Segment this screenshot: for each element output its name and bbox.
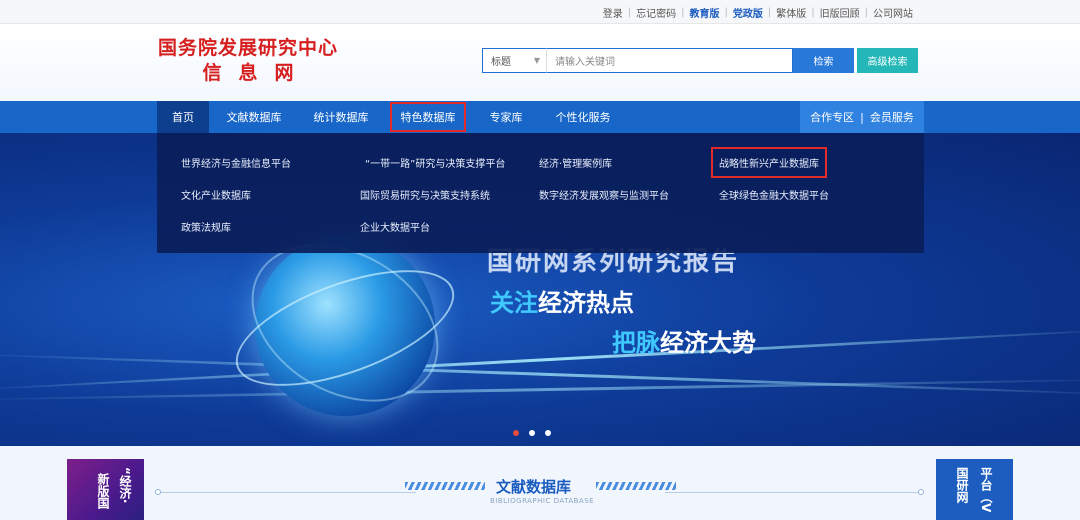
dropdown-item-enterprise-data[interactable]: 企业大数据平台 <box>360 219 430 234</box>
section-decoration <box>596 482 676 490</box>
dropdown-item-case-library[interactable]: 经济·管理案例库 <box>539 155 612 170</box>
dropdown-item-culture-industry[interactable]: 文化产业数据库 <box>181 187 251 202</box>
section-subtitle: BIBLIOGRAPHIC DATABASE <box>490 497 595 505</box>
carousel-dot-active[interactable] <box>513 430 519 436</box>
top-utility-bar: 登录 | 忘记密码 | 教育版 | 党政版 | 繁体版 | 旧版回顾 | 公司网… <box>0 0 1080 24</box>
chevron-down-icon: ▼ <box>533 56 540 65</box>
banner-highlight: 把脉 <box>612 329 660 357</box>
section-title: 文献数据库 <box>496 478 572 496</box>
banner-line-2: 把脉经济大势 <box>612 323 756 358</box>
traditional-chinese-link[interactable]: 繁体版 <box>771 5 811 20</box>
carousel-dot[interactable] <box>545 430 551 436</box>
site-logo[interactable]: 国务院发展研究中心 信息网 <box>158 36 338 86</box>
right-card-text: 国研网 <box>955 467 969 503</box>
advanced-search-button[interactable]: 高级检索 <box>857 48 918 73</box>
search-input[interactable]: 请输入关键词 <box>546 48 793 73</box>
dropdown-item-world-economy[interactable]: 世界经济与金融信息平台 <box>181 155 291 170</box>
education-edition-link[interactable]: 教育版 <box>685 5 725 20</box>
search-bar: 标题 ▼ 请输入关键词 检索 <box>482 48 854 73</box>
dropdown-item-trade-research[interactable]: 国际贸易研究与决策支持系统 <box>360 187 490 202</box>
carousel-dots <box>513 430 551 436</box>
featured-db-dropdown: 世界经济与金融信息平台 “一带一路”研究与决策支撑平台 经济·管理案例库 战略性… <box>157 133 924 253</box>
section-divider <box>665 492 918 493</box>
nav-member-service[interactable]: 会员服务 <box>870 109 914 125</box>
nav-featured-db[interactable]: 特色数据库 <box>389 101 467 133</box>
banner-highlight: 关注 <box>490 289 538 317</box>
right-promo-card[interactable]: 平台（V 国研网 <box>936 459 1013 520</box>
nav-statistics-db[interactable]: 统计数据库 <box>303 101 379 133</box>
nav-literature-db[interactable]: 文献数据库 <box>216 101 292 133</box>
site-header: 国务院发展研究中心 信息网 标题 ▼ 请输入关键词 检索 高级检索 <box>0 24 1080 101</box>
carousel-dot[interactable] <box>529 430 535 436</box>
main-nav: 首页 文献数据库 统计数据库 特色数据库 专家库 个性化服务 合作专区 | 会员… <box>0 101 1080 133</box>
nav-personalized[interactable]: 个性化服务 <box>545 101 621 133</box>
nav-right-group: 合作专区 | 会员服务 <box>800 101 924 133</box>
banner-text: 经济大势 <box>660 329 756 357</box>
dropdown-item-strategic-industries[interactable]: 战略性新兴产业数据库 <box>711 147 827 178</box>
login-link[interactable]: 登录 <box>598 5 628 20</box>
left-card-text: “经济· <box>118 467 132 504</box>
top-links: 登录 | 忘记密码 | 教育版 | 党政版 | 繁体版 | 旧版回顾 | 公司网… <box>598 0 918 24</box>
banner-line-1: 关注经济热点 <box>490 283 634 318</box>
old-version-link[interactable]: 旧版回顾 <box>815 5 865 20</box>
nav-cooperation[interactable]: 合作专区 <box>810 109 854 125</box>
dropdown-item-green-finance[interactable]: 全球绿色金融大数据平台 <box>719 187 829 202</box>
party-edition-link[interactable]: 党政版 <box>728 5 768 20</box>
search-type-value: 标题 <box>491 57 511 68</box>
divider: | <box>860 110 864 124</box>
dropdown-item-belt-road[interactable]: “一带一路”研究与决策支撑平台 <box>365 155 505 170</box>
section-divider <box>161 492 416 493</box>
left-card-text: 新版国 <box>96 473 110 509</box>
dropdown-item-digital-economy[interactable]: 数字经济发展观察与监测平台 <box>539 187 669 202</box>
banner-text: 经济热点 <box>538 289 634 317</box>
forgot-password-link[interactable]: 忘记密码 <box>631 5 681 20</box>
company-site-link[interactable]: 公司网站 <box>868 5 918 20</box>
nav-experts[interactable]: 专家库 <box>478 101 534 133</box>
section-line-dot <box>918 489 924 495</box>
right-card-text: 平台（V <box>979 467 993 513</box>
search-type-select[interactable]: 标题 ▼ <box>482 48 546 73</box>
nav-home[interactable]: 首页 <box>157 101 209 133</box>
left-promo-card[interactable]: “经济· 新版国 <box>67 459 144 520</box>
logo-line-2: 信息网 <box>202 62 311 84</box>
dropdown-item-policy-regulations[interactable]: 政策法规库 <box>181 219 231 234</box>
logo-line-1: 国务院发展研究中心 <box>158 37 339 59</box>
light-beam <box>0 377 1080 402</box>
section-decoration <box>405 482 485 490</box>
search-button[interactable]: 检索 <box>793 48 854 73</box>
